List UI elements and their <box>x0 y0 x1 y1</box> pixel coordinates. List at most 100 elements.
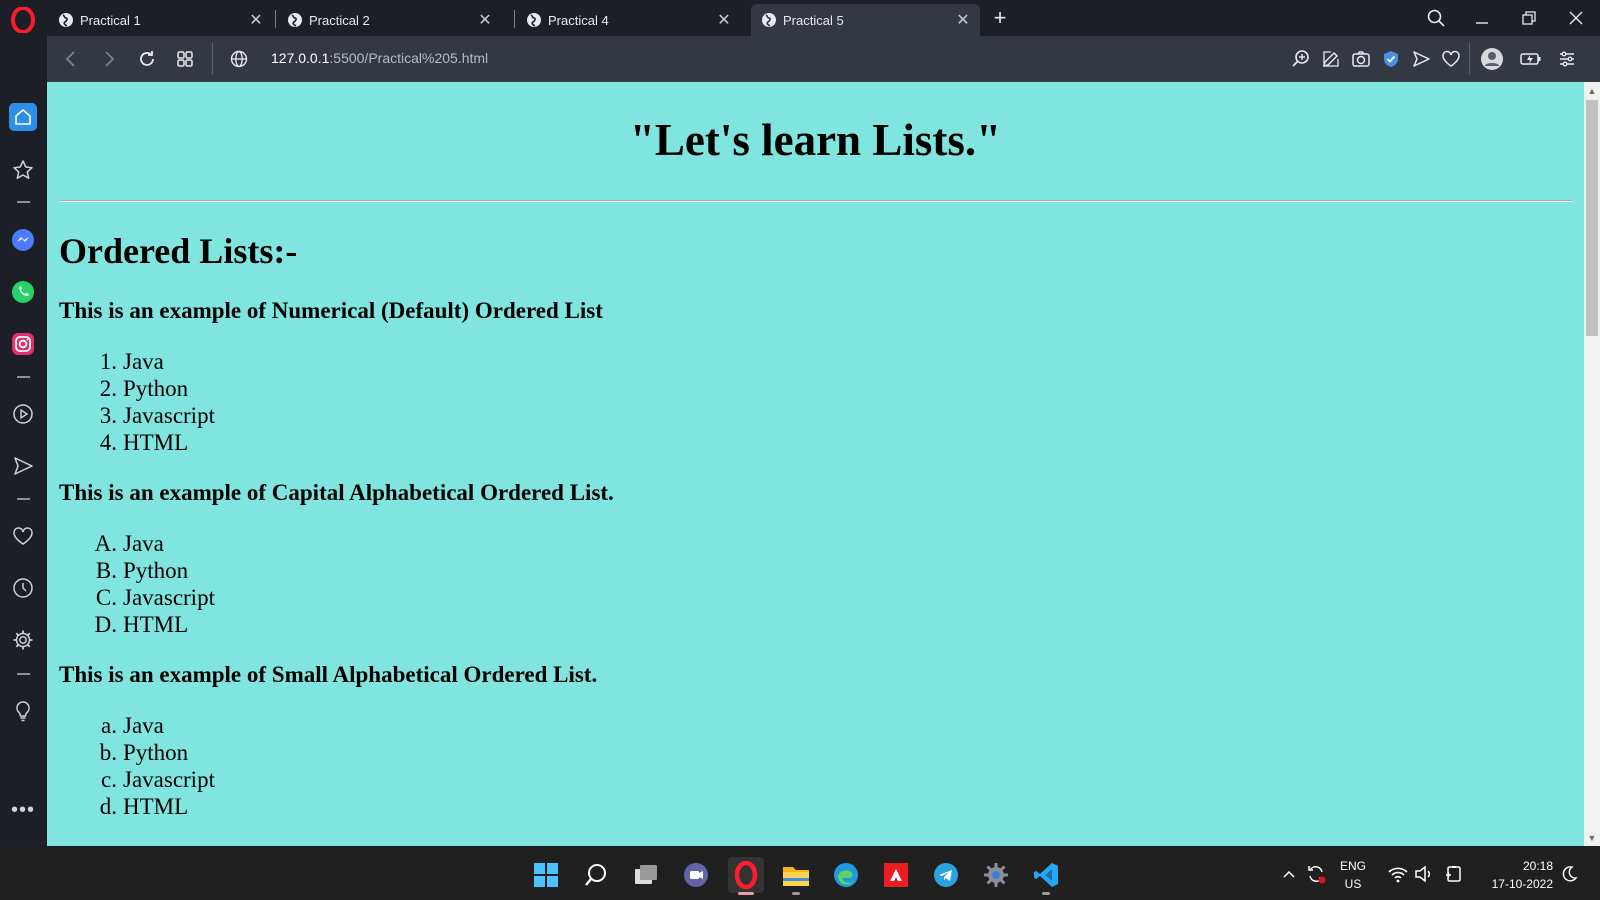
battery-saver-icon[interactable] <box>1519 47 1543 71</box>
close-tab-icon[interactable]: ✕ <box>476 11 494 29</box>
camera-icon[interactable] <box>1349 47 1373 71</box>
scroll-down-arrow-icon[interactable]: ▼ <box>1586 832 1598 844</box>
restore-button[interactable] <box>1515 4 1543 32</box>
opera-menu-icon[interactable] <box>8 6 38 34</box>
back-icon[interactable] <box>59 47 83 71</box>
volume-icon[interactable] <box>1414 864 1434 884</box>
wifi-icon[interactable] <box>1388 864 1408 884</box>
forward-icon[interactable] <box>97 47 121 71</box>
search-icon[interactable] <box>578 857 614 893</box>
tab-label: Practical 2 <box>309 12 370 28</box>
url-field[interactable]: 127.0.0.1:5500/Practical%205.html <box>271 50 488 66</box>
list-item: A. Java <box>94 531 164 556</box>
close-window-button[interactable] <box>1562 4 1590 32</box>
close-tab-icon[interactable]: ✕ <box>954 11 972 29</box>
list-item: 3. Javascript <box>99 403 215 428</box>
tab-practical-5[interactable]: Practical 5 ✕ <box>751 4 980 36</box>
pinboard-heart-icon[interactable] <box>9 522 37 550</box>
close-tab-icon[interactable]: ✕ <box>715 11 733 29</box>
sidebar: ••• <box>0 36 47 846</box>
profile-avatar-icon[interactable] <box>1480 47 1504 71</box>
small-alpha-ordered-list: a. Java b. Python c. Javascript d. HTML <box>83 712 215 820</box>
list-item: B. Python <box>95 558 189 583</box>
clock-time: 20:18 <box>1522 859 1553 873</box>
list-item: C. Javascript <box>95 585 215 610</box>
language-code: ENG <box>1340 859 1367 873</box>
vpn-shield-icon[interactable] <box>1379 47 1403 71</box>
close-tab-icon[interactable]: ✕ <box>247 11 265 29</box>
divider <box>59 200 1572 202</box>
globe-icon <box>288 13 302 27</box>
show-hidden-icons-chevron-icon[interactable] <box>1279 864 1299 884</box>
capital-alpha-ordered-list: A. Java B. Python C. Javascript D. HTML <box>83 530 215 638</box>
settings-gear-icon[interactable] <box>9 626 37 654</box>
globe-icon <box>527 13 541 27</box>
player-icon[interactable] <box>9 400 37 428</box>
search-tabs-icon[interactable] <box>1422 4 1450 32</box>
settings-icon[interactable] <box>978 857 1014 893</box>
tab-bar: Practical 1 ✕ Practical 2 ✕ Practical 4 … <box>0 0 1600 36</box>
file-explorer-icon[interactable] <box>778 857 814 893</box>
list-item: 2. Python <box>99 376 189 401</box>
instagram-icon[interactable] <box>9 330 37 358</box>
tabs-grid-icon[interactable] <box>173 47 197 71</box>
lightbulb-icon[interactable] <box>9 697 37 725</box>
site-info-globe-icon[interactable] <box>227 47 251 71</box>
address-bar: 127.0.0.1:5500/Practical%205.html <box>47 36 1600 82</box>
globe-icon <box>59 13 73 27</box>
numerical-ordered-list: 1. Java 2. Python 3. Javascript 4. HTML <box>83 348 215 456</box>
list-item: a. Java <box>101 713 164 738</box>
history-clock-icon[interactable] <box>9 574 37 602</box>
zoom-icon[interactable] <box>1289 47 1313 71</box>
scrollbar-thumb[interactable] <box>1586 100 1598 336</box>
list-item: 1. Java <box>99 349 164 374</box>
messenger-icon[interactable] <box>9 226 37 254</box>
new-tab-button[interactable]: + <box>988 4 1012 32</box>
edit-icon[interactable] <box>1319 47 1343 71</box>
web-page: "Let's learn Lists." Ordered Lists:- Thi… <box>47 82 1584 846</box>
tab-practical-4[interactable]: Practical 4 ✕ <box>516 4 741 36</box>
my-flow-icon[interactable] <box>9 452 37 480</box>
whatsapp-icon[interactable] <box>9 278 37 306</box>
send-icon[interactable] <box>1409 47 1433 71</box>
tab-practical-2[interactable]: Practical 2 ✕ <box>277 4 502 36</box>
task-view-icon[interactable] <box>628 857 664 893</box>
tab-label: Practical 5 <box>783 12 844 28</box>
minimize-button[interactable] <box>1468 4 1496 32</box>
list-item: D. HTML <box>94 612 189 637</box>
scroll-up-arrow-icon[interactable]: ▲ <box>1586 85 1598 97</box>
list-item: c. Javascript <box>101 767 215 792</box>
more-options-icon[interactable]: ••• <box>9 796 37 824</box>
language-indicator[interactable]: ENG US <box>1340 857 1366 893</box>
vscode-icon[interactable] <box>1028 857 1064 893</box>
notifications-moon-icon[interactable] <box>1559 864 1579 884</box>
teams-chat-icon[interactable] <box>678 857 714 893</box>
list-heading-numerical: This is an example of Numerical (Default… <box>59 298 603 323</box>
tab-practical-1[interactable]: Practical 1 ✕ <box>48 4 273 36</box>
edge-icon[interactable] <box>828 857 864 893</box>
page-title: "Let's learn Lists." <box>629 115 1002 165</box>
sync-icon[interactable] <box>1306 864 1326 884</box>
windows-start-icon[interactable] <box>528 857 564 893</box>
bookmarks-star-icon[interactable] <box>9 156 37 184</box>
opera-taskbar-icon[interactable] <box>728 857 764 893</box>
tab-label: Practical 4 <box>548 12 609 28</box>
list-heading-small-alpha: This is an example of Small Alphabetical… <box>59 662 598 687</box>
amd-software-icon[interactable] <box>878 857 914 893</box>
section-heading: Ordered Lists:- <box>59 231 298 271</box>
list-item: d. HTML <box>99 794 189 819</box>
system-clock[interactable]: 20:18 17-10-2022 <box>1478 857 1553 893</box>
url-path: :5500/Practical%205.html <box>329 50 489 66</box>
globe-icon <box>762 13 776 27</box>
list-item: b. Python <box>99 740 189 765</box>
list-item: 4. HTML <box>99 430 189 455</box>
home-icon[interactable] <box>9 103 37 131</box>
tab-label: Practical 1 <box>80 12 141 28</box>
list-heading-capital-alpha: This is an example of Capital Alphabetic… <box>59 480 614 505</box>
battery-icon[interactable] <box>1444 864 1464 884</box>
easy-setup-icon[interactable] <box>1555 47 1579 71</box>
url-host: 127.0.0.1 <box>271 50 330 66</box>
reload-icon[interactable] <box>135 47 159 71</box>
heart-icon[interactable] <box>1439 47 1463 71</box>
telegram-icon[interactable] <box>928 857 964 893</box>
